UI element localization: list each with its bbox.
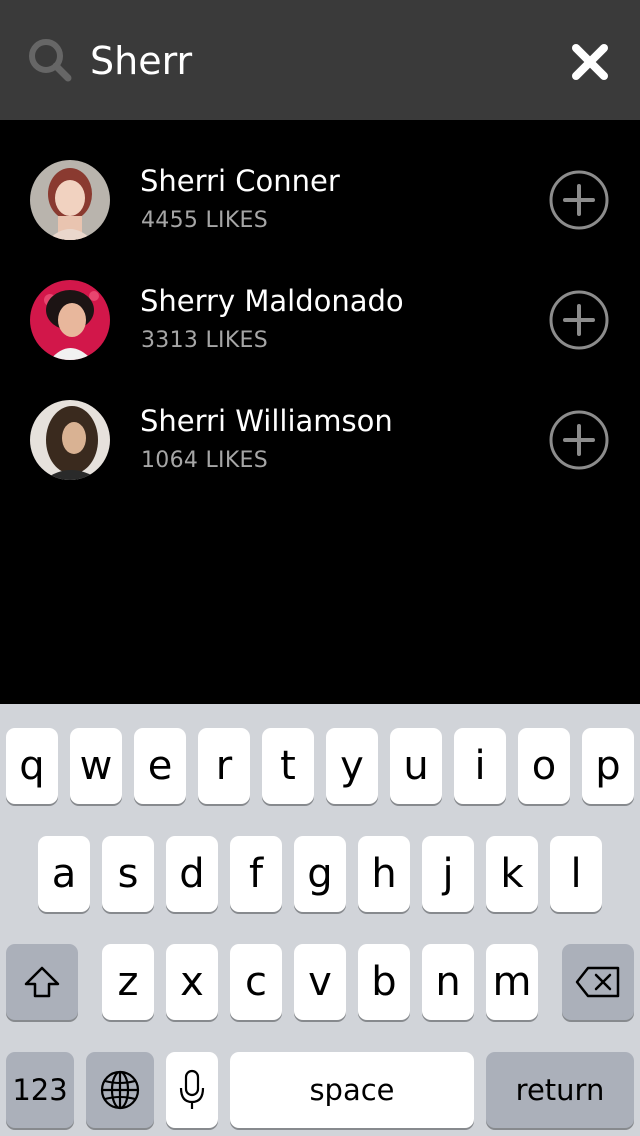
result-name: Sherri Conner [140, 164, 340, 198]
globe-icon [100, 1070, 140, 1110]
list-item[interactable]: Sherri Conner 4455 LIKES [0, 120, 640, 240]
key-z[interactable]: z [102, 944, 154, 1020]
key-a[interactable]: a [38, 836, 90, 912]
backspace-key[interactable] [562, 944, 634, 1020]
key-f[interactable]: f [230, 836, 282, 912]
plus-circle-icon[interactable] [548, 409, 610, 471]
key-x[interactable]: x [166, 944, 218, 1020]
key-t[interactable]: t [262, 728, 314, 804]
plus-circle-icon[interactable] [548, 169, 610, 231]
key-s[interactable]: s [102, 836, 154, 912]
key-e[interactable]: e [134, 728, 186, 804]
key-k[interactable]: k [486, 836, 538, 912]
search-input[interactable] [90, 30, 550, 92]
avatar [30, 400, 110, 480]
key-u[interactable]: u [390, 728, 442, 804]
key-c[interactable]: c [230, 944, 282, 1020]
key-d[interactable]: d [166, 836, 218, 912]
search-bar [0, 0, 640, 120]
key-y[interactable]: y [326, 728, 378, 804]
backspace-icon [575, 966, 620, 998]
search-icon [29, 39, 72, 82]
key-g[interactable]: g [294, 836, 346, 912]
close-button[interactable] [566, 38, 614, 86]
key-l[interactable]: l [550, 836, 602, 912]
result-likes: 4455 LIKES [141, 208, 269, 233]
key-o[interactable]: o [518, 728, 570, 804]
globe-key[interactable] [86, 1052, 154, 1128]
key-r[interactable]: r [198, 728, 250, 804]
space-key[interactable]: space [230, 1052, 474, 1128]
key-q[interactable]: q [6, 728, 58, 804]
numbers-key[interactable]: 123 [6, 1052, 74, 1128]
avatar [30, 280, 110, 360]
key-j[interactable]: j [422, 836, 474, 912]
key-b[interactable]: b [358, 944, 410, 1020]
result-likes: 1064 LIKES [141, 448, 269, 473]
plus-circle-icon[interactable] [548, 289, 610, 351]
key-p[interactable]: p [582, 728, 634, 804]
result-name: Sherry Maldonado [140, 284, 404, 318]
result-likes: 3313 LIKES [141, 328, 269, 353]
list-item[interactable]: Sherry Maldonado 3313 LIKES [0, 240, 640, 360]
key-m[interactable]: m [486, 944, 538, 1020]
result-name: Sherri Williamson [140, 404, 393, 438]
keyboard: q w e r t y u i o p a s d f g h j k l z … [0, 704, 640, 1136]
key-v[interactable]: v [294, 944, 346, 1020]
microphone-key[interactable] [166, 1052, 218, 1128]
results-list: Sherri Conner 4455 LIKES Sherry Maldonad… [0, 120, 640, 480]
avatar [30, 160, 110, 240]
key-h[interactable]: h [358, 836, 410, 912]
key-i[interactable]: i [454, 728, 506, 804]
key-w[interactable]: w [70, 728, 122, 804]
key-n[interactable]: n [422, 944, 474, 1020]
return-key[interactable]: return [486, 1052, 634, 1128]
shift-icon [24, 966, 60, 998]
microphone-icon [179, 1069, 205, 1109]
shift-key[interactable] [6, 944, 78, 1020]
list-item[interactable]: Sherri Williamson 1064 LIKES [0, 360, 640, 480]
